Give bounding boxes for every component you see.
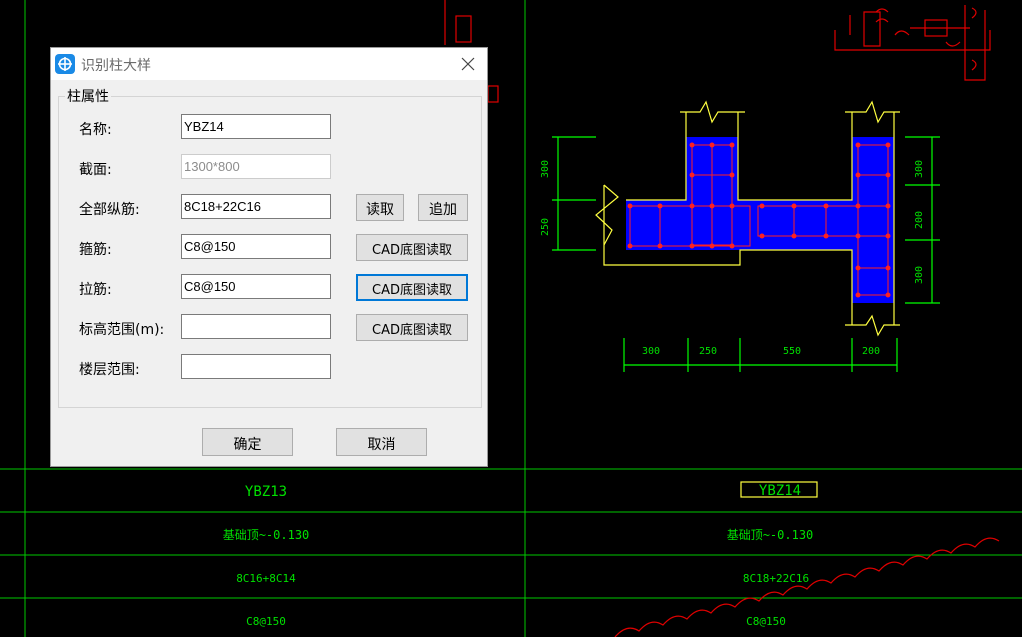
dim-right-3: 300 xyxy=(914,266,925,284)
dim-left-1: 300 xyxy=(540,160,551,178)
tie-bar-label: 拉筋: xyxy=(79,282,112,298)
table-cell-stirrup-left: C8@150 xyxy=(246,615,286,628)
stirrup-label: 箍筋: xyxy=(79,242,112,258)
section-label: 截面: xyxy=(79,162,112,178)
close-button[interactable] xyxy=(455,52,481,76)
table-cell-stirrup-right: C8@150 xyxy=(746,615,786,628)
longitudinal-rebar-label: 全部纵筋: xyxy=(79,202,140,218)
dim-bottom-2: 250 xyxy=(699,346,717,357)
cancel-button[interactable]: 取消 xyxy=(336,428,427,456)
table-cell-rebar-right: 8C18+22C16 xyxy=(743,572,809,585)
floor-range-label: 楼层范围: xyxy=(79,362,140,378)
name-input[interactable]: YBZ14 xyxy=(181,114,331,139)
table-cell-elev-left: 基础顶~-0.130 xyxy=(223,528,310,542)
section-input: 1300*800 xyxy=(181,154,331,179)
floor-range-input[interactable] xyxy=(181,354,331,379)
stirrup-cad-read-button[interactable]: CAD底图读取 xyxy=(356,234,468,261)
tie-bar-input[interactable]: C8@150 xyxy=(181,274,331,299)
column-section-fill xyxy=(626,137,894,303)
table-cell-elev-right: 基础顶~-0.130 xyxy=(727,528,814,542)
identify-column-detail-dialog: 识别柱大样 柱属性 名称: YBZ14 截面: 1300*800 全部纵筋: 8… xyxy=(50,47,488,467)
close-icon xyxy=(461,57,475,71)
app-icon xyxy=(55,54,75,74)
ok-button[interactable]: 确定 xyxy=(202,428,293,456)
name-label: 名称: xyxy=(79,122,112,138)
dim-right-1: 300 xyxy=(914,160,925,178)
table-cell-rebar-left: 8C16+8C14 xyxy=(236,572,296,585)
dim-right-2: 200 xyxy=(914,211,925,229)
elevation-range-input[interactable] xyxy=(181,314,331,339)
stirrup-input[interactable]: C8@150 xyxy=(181,234,331,259)
elevation-cad-read-button[interactable]: CAD底图读取 xyxy=(356,314,468,341)
elevation-range-label: 标高范围(m): xyxy=(79,322,165,338)
read-button[interactable]: 读取 xyxy=(356,194,404,221)
tie-bar-cad-read-button[interactable]: CAD底图读取 xyxy=(356,274,468,301)
red-annotation-symbols xyxy=(444,0,1000,637)
longitudinal-rebar-input[interactable]: 8C18+22C16 xyxy=(181,194,331,219)
append-button[interactable]: 追加 xyxy=(418,194,468,221)
dim-bottom-1: 300 xyxy=(642,346,660,357)
table-cell-name-left: YBZ13 xyxy=(245,484,287,500)
dim-left-2: 250 xyxy=(540,218,551,236)
dim-bottom-3: 550 xyxy=(783,346,801,357)
dim-bottom-4: 200 xyxy=(862,346,880,357)
group-label: 柱属性 xyxy=(65,86,111,106)
dialog-titlebar[interactable]: 识别柱大样 xyxy=(51,48,487,80)
dialog-title: 识别柱大样 xyxy=(81,58,151,74)
